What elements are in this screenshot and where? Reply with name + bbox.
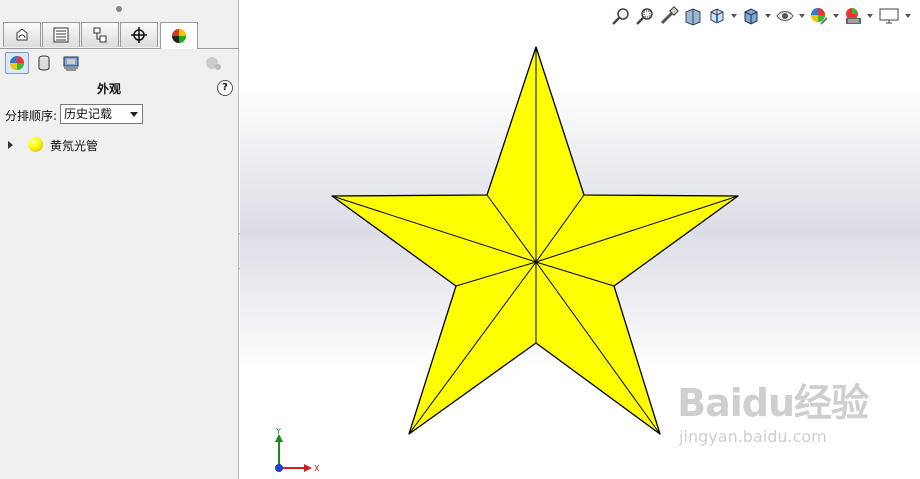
feature-tree-icon	[16, 28, 28, 41]
watermark-sub: jingyan.baidu.com	[679, 427, 827, 446]
sort-order-value: 历史记载	[64, 107, 113, 121]
scene-camera-icon	[63, 56, 79, 71]
panel-grip[interactable]	[0, 0, 239, 18]
appearance-ball-icon	[172, 29, 186, 43]
cylinder-icon	[38, 55, 50, 71]
dropdown-arrow-icon[interactable]	[130, 112, 138, 117]
reference-triad: Y X	[275, 427, 320, 473]
tree-item-label: 黄氖光管	[50, 139, 99, 153]
add-appearance-button[interactable]	[201, 52, 225, 74]
sub-toolbar	[0, 50, 239, 76]
add-appearance-icon	[206, 57, 221, 70]
help-icon[interactable]: ?	[217, 80, 233, 96]
expand-caret-icon[interactable]	[8, 141, 13, 149]
view-appearances-button[interactable]	[5, 52, 29, 74]
triad-x-label: X	[314, 464, 320, 473]
yellow-ball-icon	[28, 137, 43, 152]
tree-item-appearance[interactable]: 黄氖光管	[8, 136, 208, 154]
tab-dimxpert[interactable]	[120, 22, 158, 47]
panel-tabs	[0, 22, 239, 49]
crosshair-icon	[131, 27, 147, 43]
triad-y-label: Y	[275, 427, 281, 436]
sort-order-select[interactable]: 历史记载	[60, 104, 143, 124]
watermark-main: Baidu经验	[677, 381, 869, 425]
tab-featuremanager[interactable]	[3, 22, 41, 47]
configuration-icon	[93, 27, 107, 43]
view-decals-button[interactable]	[32, 52, 56, 74]
property-list-icon	[53, 27, 69, 43]
panel-title: 外观	[96, 82, 121, 96]
watermark: Baidu经验 jingyan.baidu.com	[677, 372, 869, 446]
appearance-ball-icon	[10, 56, 24, 70]
tab-propertymanager[interactable]	[42, 22, 80, 47]
graphics-viewport[interactable]: Y X Baidu经验 jingyan.baidu.com	[240, 0, 920, 479]
tab-display-manager[interactable]	[160, 22, 198, 49]
tab-configurationmanager[interactable]	[81, 22, 119, 47]
view-scene-button[interactable]	[59, 52, 83, 74]
sort-order-label: 分排顺序:	[5, 109, 58, 123]
display-manager-panel: 外观 ? 分排顺序: 历史记载 黄氖光管	[0, 0, 239, 479]
